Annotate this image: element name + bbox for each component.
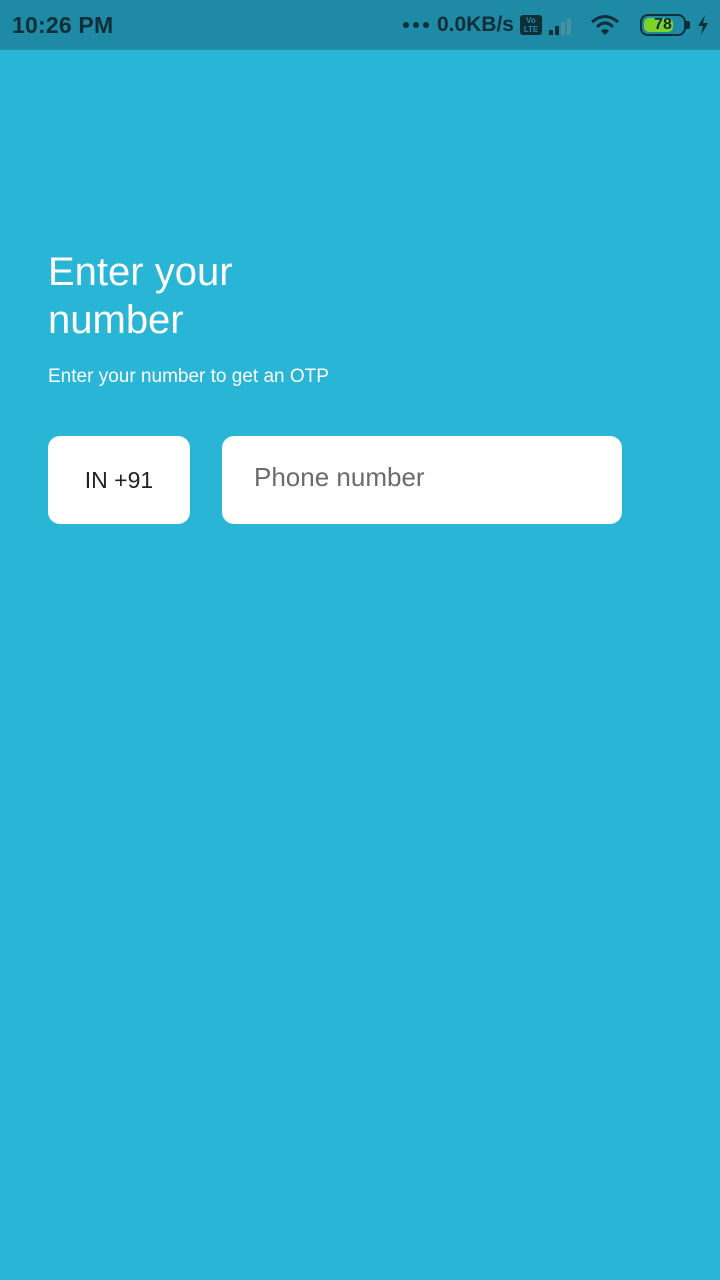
battery-level: 78 — [654, 16, 672, 33]
wifi-icon — [591, 15, 619, 35]
dots-icon — [402, 22, 429, 28]
status-bar: 10:26 PM 0.0KB/s Vo LTE 78 — [0, 0, 720, 50]
phone-number-input[interactable] — [254, 461, 622, 493]
volte-bottom-label: LTE — [523, 25, 539, 34]
volte-icon: Vo LTE — [520, 15, 542, 35]
page-title: Enter your number — [48, 250, 233, 342]
country-code-selector[interactable]: IN +91 — [48, 436, 190, 524]
country-code-label: IN +91 — [84, 466, 154, 493]
phone-number-field[interactable] — [222, 436, 622, 524]
volte-top-label: Vo — [526, 16, 536, 25]
network-speed: 0.0KB/s — [436, 13, 514, 36]
page-subtitle: Enter your number to get an OTP — [48, 366, 329, 387]
status-time: 10:26 PM — [12, 11, 114, 38]
signal-icon — [549, 18, 571, 35]
battery-icon: 78 — [640, 14, 690, 36]
status-icons: 0.0KB/s Vo LTE 78 — [402, 13, 710, 37]
charging-icon — [698, 15, 708, 35]
